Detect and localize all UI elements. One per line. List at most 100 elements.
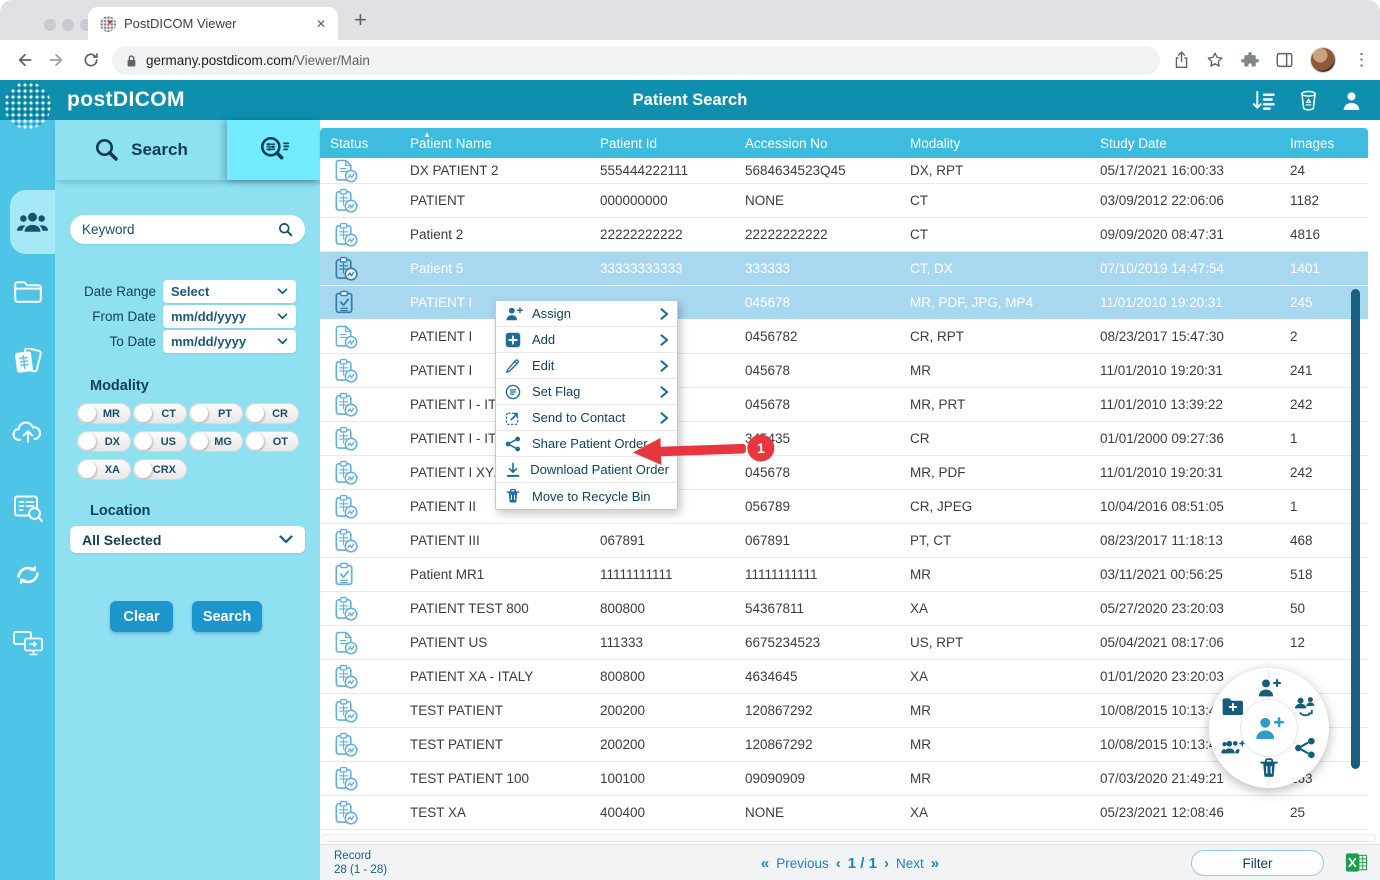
column-header-status[interactable]: Status (320, 136, 400, 158)
sidebar-item-folders[interactable] (0, 260, 55, 324)
tab-advanced-search[interactable] (227, 120, 320, 180)
sort-asc-icon[interactable]: ▲ (423, 130, 431, 139)
menu-dots-icon[interactable]: ⋮ (1353, 50, 1370, 70)
patient-id-cell: 000000000 (590, 193, 735, 208)
table-row[interactable]: PATIENT I045678MR11/01/2010 19:20:31241 (320, 354, 1368, 388)
table-row[interactable]: PATIENT I0456782CR, RPT08/23/2017 15:47:… (320, 320, 1368, 354)
table-row[interactable]: PATIENT II056789CR, JPEG10/04/2016 08:51… (320, 490, 1368, 524)
column-header-patient-name[interactable]: Patient Name (400, 136, 590, 158)
prev-page-icon[interactable]: ‹ (836, 855, 841, 872)
menu-item-edit[interactable]: Edit (496, 353, 677, 379)
table-row[interactable]: PATIENT000000000NONECT03/09/2012 22:06:0… (320, 184, 1368, 218)
table-row[interactable]: PATIENT III067891067891PT, CT08/23/2017 … (320, 524, 1368, 558)
modality-toggle-mg[interactable]: MG (189, 431, 243, 452)
last-page-icon[interactable]: » (931, 855, 939, 872)
table-row[interactable]: Patient 533333333333333333CT, DX07/10/20… (320, 252, 1368, 286)
extensions-icon[interactable] (1241, 51, 1259, 69)
sidebar-item-sync[interactable] (0, 543, 55, 607)
profile-avatar[interactable] (1310, 47, 1336, 73)
excel-export-icon[interactable] (1345, 851, 1368, 874)
tab-close-icon[interactable]: ✕ (316, 17, 326, 31)
sidebar-item-share-screens[interactable] (0, 611, 55, 675)
left-navigation-rail (0, 120, 55, 880)
filter-button[interactable]: Filter (1191, 850, 1324, 876)
menu-item-assign[interactable]: Assign (496, 301, 677, 327)
table-row[interactable]: PATIENT I XYZ045678MR, PDF11/01/2010 19:… (320, 456, 1368, 490)
modality-toggle-crx[interactable]: CRX (133, 459, 187, 480)
person-add-icon[interactable] (1256, 675, 1282, 701)
previous-page-button[interactable]: Previous (776, 856, 829, 871)
address-bar[interactable]: germany.postdicom.com/Viewer/Main (112, 46, 1160, 75)
share-icon[interactable] (1292, 735, 1318, 761)
column-header-accession-no[interactable]: Accession No (735, 136, 900, 158)
forward-icon[interactable] (48, 51, 67, 70)
column-header-study-date[interactable]: Study Date (1090, 136, 1280, 158)
first-page-icon[interactable]: « (761, 855, 769, 872)
study-date-cell: 09/09/2020 08:47:31 (1090, 227, 1280, 242)
clear-button[interactable]: Clear (110, 601, 173, 632)
bookmark-star-icon[interactable] (1206, 51, 1224, 69)
sort-order-icon[interactable] (1251, 90, 1276, 111)
search-button[interactable]: Search (192, 601, 262, 632)
date-range-select[interactable]: Select (163, 280, 296, 303)
modality-toggle-ot[interactable]: OT (245, 431, 299, 452)
modality-toggle-mr[interactable]: MR (77, 403, 131, 424)
new-tab-icon[interactable]: + (354, 8, 367, 32)
table-row[interactable]: DX PATIENT 25554442221115684634523Q45DX,… (320, 158, 1368, 184)
menu-item-move-to-recycle-bin[interactable]: Move to Recycle Bin (496, 483, 677, 509)
vertical-scrollbar[interactable] (1351, 289, 1360, 769)
keyword-input[interactable] (82, 222, 272, 237)
menu-item-set-flag[interactable]: Set Flag (496, 379, 677, 405)
document-chart-icon (332, 324, 359, 349)
table-row[interactable]: PATIENT TEST 80080080054367811XA05/27/20… (320, 592, 1368, 626)
table-row[interactable]: PATIENT I - ITALY045678MR, PRT11/01/2010… (320, 388, 1368, 422)
window-minimize-button[interactable] (62, 19, 74, 31)
table-row[interactable]: PATIENT I - ITALY345435CR01/01/2000 09:2… (320, 422, 1368, 456)
modality-cell: MR (900, 737, 1090, 752)
column-header-modality[interactable]: Modality (900, 136, 1090, 158)
document-chart-icon (332, 630, 359, 655)
window-close-button[interactable] (44, 19, 56, 31)
location-select[interactable]: All Selected (70, 526, 305, 553)
menu-item-add[interactable]: Add (496, 327, 677, 353)
sidebar-item-upload[interactable] (0, 400, 55, 464)
to-date-select[interactable]: mm/dd/yyyy (163, 330, 296, 353)
next-page-button[interactable]: Next (896, 856, 924, 871)
table-row[interactable]: Patient 22222222222222222222222CT09/09/2… (320, 218, 1368, 252)
modality-toggle-us[interactable]: US (133, 431, 187, 452)
sidebar-item-patients[interactable] (10, 190, 55, 254)
table-row[interactable]: PATIENT I045678MR, PDF, JPG, MP411/01/20… (320, 286, 1368, 320)
table-row[interactable]: PATIENT US1113336675234523US, RPT05/04/2… (320, 626, 1368, 660)
back-icon[interactable] (14, 51, 33, 70)
from-date-select[interactable]: mm/dd/yyyy (163, 305, 296, 328)
horizontal-scrollbar[interactable] (322, 834, 1376, 842)
menu-item-send-to-contact[interactable]: Send to Contact (496, 405, 677, 431)
column-header-patient-id[interactable]: Patient Id (590, 136, 735, 158)
search-icon[interactable] (278, 222, 293, 237)
person-add-center-button[interactable] (1240, 699, 1298, 757)
table-row[interactable]: TEST XA400400NONEXA05/23/2021 12:08:4625 (320, 796, 1368, 830)
table-row[interactable]: Patient MR11111111111111111111111MR03/11… (320, 558, 1368, 592)
recycle-bin-icon[interactable] (1298, 89, 1319, 112)
advanced-search-icon (258, 135, 290, 165)
modality-toggle-xa[interactable]: XA (77, 459, 131, 480)
status-cell (320, 392, 400, 417)
share-page-icon[interactable] (1174, 51, 1189, 69)
modality-toggle-dx[interactable]: DX (77, 431, 131, 452)
modality-toggle-ct[interactable]: CT (133, 403, 187, 424)
tab-basic-search[interactable]: Search (55, 120, 227, 180)
trash-icon[interactable] (1256, 755, 1282, 781)
keyword-search-field[interactable] (70, 215, 305, 244)
people-transfer-icon[interactable] (1292, 694, 1318, 720)
sidebar-item-studies[interactable] (0, 330, 55, 394)
next-page-icon[interactable]: › (884, 855, 889, 872)
browser-tab[interactable]: PostDICOM Viewer ✕ (88, 7, 338, 40)
modality-toggle-cr[interactable]: CR (245, 403, 299, 424)
side-panel-icon[interactable] (1276, 52, 1293, 68)
refresh-icon[interactable] (82, 51, 100, 69)
from-date-label: From Date (55, 309, 163, 324)
sidebar-item-worklist[interactable] (0, 476, 55, 540)
column-header-images[interactable]: Images (1280, 136, 1368, 158)
account-icon[interactable] (1341, 90, 1362, 111)
modality-toggle-pt[interactable]: PT (189, 403, 243, 424)
